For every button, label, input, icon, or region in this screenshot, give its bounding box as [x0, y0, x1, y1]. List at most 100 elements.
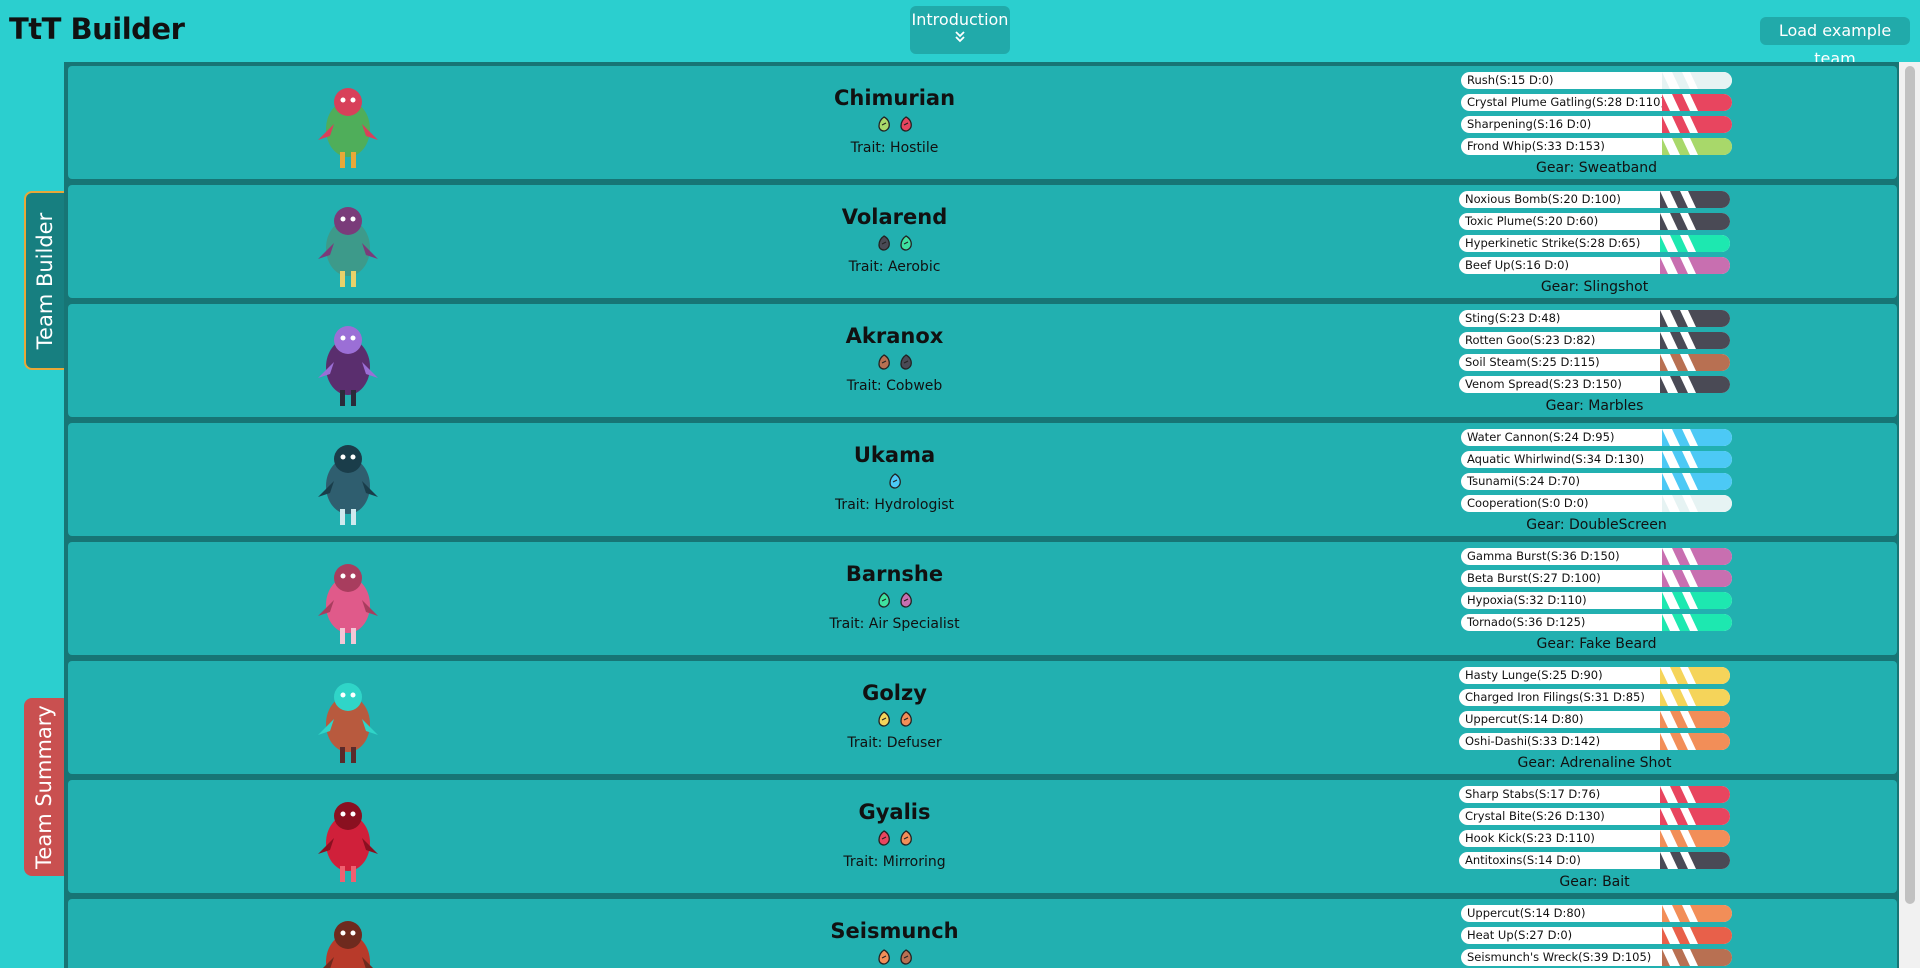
team-board: Chimurian Trait: Hostile Rush(S:15 D:0) Cry…	[64, 62, 1899, 968]
move-label: Water Cannon(S:24 D:95)	[1467, 430, 1615, 444]
move-list: Gamma Burst(S:36 D:150) Beta Burst(S:27 D…	[1461, 548, 1732, 636]
move-slot[interactable]: Tsunami(S:24 D:70)	[1461, 473, 1732, 490]
move-slot[interactable]: Frond Whip(S:33 D:153)	[1461, 138, 1732, 155]
move-slot[interactable]: Sting(S:23 D:48)	[1459, 310, 1730, 327]
move-label: Oshi-Dashi(S:33 D:142)	[1465, 734, 1601, 748]
move-label: Tornado(S:36 D:125)	[1467, 615, 1586, 629]
move-slot[interactable]: Aquatic Whirlwind(S:34 D:130)	[1461, 451, 1732, 468]
move-slot[interactable]: Crystal Bite(S:26 D:130)	[1459, 808, 1730, 825]
move-label: Venom Spread(S:23 D:150)	[1465, 377, 1622, 391]
move-slot[interactable]: Hasty Lunge(S:25 D:90)	[1459, 667, 1730, 684]
move-list: Uppercut(S:14 D:80) Heat Up(S:27 D:0) Seis…	[1461, 905, 1732, 968]
earth-type-icon	[876, 354, 892, 370]
air-type-icon	[898, 235, 914, 251]
melee-type-icon	[898, 711, 914, 727]
move-label: Hook Kick(S:23 D:110)	[1465, 831, 1595, 845]
move-slot[interactable]: Hook Kick(S:23 D:110)	[1459, 830, 1730, 847]
move-slot[interactable]: Hypoxia(S:32 D:110)	[1461, 592, 1732, 609]
move-label: Beef Up(S:16 D:0)	[1465, 258, 1569, 272]
water-type-icon	[887, 473, 903, 489]
move-slot[interactable]: Uppercut(S:14 D:80)	[1459, 711, 1730, 728]
move-label: Hasty Lunge(S:25 D:90)	[1465, 668, 1603, 682]
team-member-row[interactable]: Akranox Trait: Cobweb Sting(S:23 D:48) Rott…	[68, 304, 1897, 417]
move-slot[interactable]: Heat Up(S:27 D:0)	[1461, 927, 1732, 944]
move-slot[interactable]: Gamma Burst(S:36 D:150)	[1461, 548, 1732, 565]
move-list: Sting(S:23 D:48) Rotten Goo(S:23 D:82) Soi…	[1459, 310, 1730, 398]
move-slot[interactable]: Toxic Plume(S:20 D:60)	[1459, 213, 1730, 230]
move-label: Cooperation(S:0 D:0)	[1467, 496, 1589, 510]
move-slot[interactable]: Soil Steam(S:25 D:115)	[1459, 354, 1730, 371]
toxic-type-icon	[876, 235, 892, 251]
introduction-button[interactable]: Introduction	[910, 6, 1010, 54]
move-slot[interactable]: Charged Iron Filings(S:31 D:85)	[1459, 689, 1730, 706]
move-slot[interactable]: Rush(S:15 D:0)	[1461, 72, 1732, 89]
move-slot[interactable]: Antitoxins(S:14 D:0)	[1459, 852, 1730, 869]
scrollbar-thumb[interactable]	[1905, 66, 1915, 904]
move-slot[interactable]: Beef Up(S:16 D:0)	[1459, 257, 1730, 274]
move-slot[interactable]: Sharpening(S:16 D:0)	[1461, 116, 1732, 133]
move-label: Gamma Burst(S:36 D:150)	[1467, 549, 1620, 563]
move-slot[interactable]: Seismunch's Wreck(S:39 D:105)	[1461, 949, 1732, 966]
mind-type-icon	[898, 592, 914, 608]
load-example-team-button[interactable]: Load example team	[1760, 17, 1910, 68]
move-slot[interactable]: Uppercut(S:14 D:80)	[1461, 905, 1732, 922]
monster-gear: Gear: Adrenaline Shot	[1517, 755, 1672, 771]
app-title: TtT Builder	[9, 12, 185, 46]
move-label: Tsunami(S:24 D:70)	[1467, 474, 1580, 488]
move-slot[interactable]: Rotten Goo(S:23 D:82)	[1459, 332, 1730, 349]
move-label: Charged Iron Filings(S:31 D:85)	[1465, 690, 1645, 704]
team-member-row[interactable]: Gyalis Trait: Mirroring Sharp Stabs(S:17 D…	[68, 780, 1897, 893]
move-list: Noxious Bomb(S:20 D:100) Toxic Plume(S:20…	[1459, 191, 1730, 279]
move-label: Frond Whip(S:33 D:153)	[1467, 139, 1605, 153]
move-slot[interactable]: Oshi-Dashi(S:33 D:142)	[1459, 733, 1730, 750]
move-list: Hasty Lunge(S:25 D:90) Charged Iron Filin…	[1459, 667, 1730, 755]
nature-type-icon	[876, 116, 892, 132]
move-slot[interactable]: Tornado(S:36 D:125)	[1461, 614, 1732, 631]
toxic-type-icon	[898, 354, 914, 370]
move-label: Soil Steam(S:25 D:115)	[1465, 355, 1600, 369]
team-member-row[interactable]: Barnshe Trait: Air Specialist Gamma Burst(…	[68, 542, 1897, 655]
move-slot[interactable]: Sharp Stabs(S:17 D:76)	[1459, 786, 1730, 803]
earth-type-icon	[898, 949, 914, 965]
move-label: Sharp Stabs(S:17 D:76)	[1465, 787, 1601, 801]
move-slot[interactable]: Venom Spread(S:23 D:150)	[1459, 376, 1730, 393]
tab-team-summary[interactable]: Team Summary	[24, 698, 64, 876]
move-slot[interactable]: Noxious Bomb(S:20 D:100)	[1459, 191, 1730, 208]
move-label: Sharpening(S:16 D:0)	[1467, 117, 1592, 131]
crystal-type-icon	[898, 116, 914, 132]
air-type-icon	[876, 592, 892, 608]
tab-team-summary-label: Team Summary	[32, 705, 56, 869]
move-slot[interactable]: Crystal Plume Gatling(S:28 D:110)	[1461, 94, 1732, 111]
move-label: Uppercut(S:14 D:80)	[1465, 712, 1584, 726]
move-label: Sting(S:23 D:48)	[1465, 311, 1561, 325]
move-label: Uppercut(S:14 D:80)	[1467, 906, 1586, 920]
move-list: Rush(S:15 D:0) Crystal Plume Gatling(S:28…	[1461, 72, 1732, 160]
move-label: Toxic Plume(S:20 D:60)	[1465, 214, 1599, 228]
move-label: Crystal Plume Gatling(S:28 D:110)	[1467, 95, 1665, 109]
move-slot[interactable]: Cooperation(S:0 D:0)	[1461, 495, 1732, 512]
monster-gear: Gear: Fake Beard	[1536, 636, 1657, 652]
monster-gear: Gear: DoubleScreen	[1526, 517, 1667, 533]
move-label: Heat Up(S:27 D:0)	[1467, 928, 1573, 942]
move-list: Water Cannon(S:24 D:95) Aquatic Whirlwind…	[1461, 429, 1732, 517]
move-slot[interactable]: Beta Burst(S:27 D:100)	[1461, 570, 1732, 587]
move-slot[interactable]: Water Cannon(S:24 D:95)	[1461, 429, 1732, 446]
team-member-row[interactable]: Chimurian Trait: Hostile Rush(S:15 D:0) Cry…	[68, 66, 1897, 179]
move-label: Crystal Bite(S:26 D:130)	[1465, 809, 1605, 823]
monster-gear: Gear: Slingshot	[1540, 279, 1649, 295]
monster-gear: Gear: Marbles	[1545, 398, 1644, 414]
team-member-row[interactable]: Seismunch Uppercut(S:14 D:80) Heat Up(S:27…	[68, 899, 1897, 968]
team-member-row[interactable]: Golzy Trait: Defuser Hasty Lunge(S:25 D:90…	[68, 661, 1897, 774]
team-member-row[interactable]: Ukama Trait: Hydrologist Water Cannon(S:24…	[68, 423, 1897, 536]
crystal-type-icon	[876, 830, 892, 846]
tab-team-builder[interactable]: Team Builder	[24, 191, 64, 370]
move-slot[interactable]: Hyperkinetic Strike(S:28 D:65)	[1459, 235, 1730, 252]
move-label: Beta Burst(S:27 D:100)	[1467, 571, 1601, 585]
tab-team-builder-label: Team Builder	[33, 212, 57, 349]
monster-gear: Gear: Sweatband	[1536, 160, 1657, 176]
team-member-row[interactable]: Volarend Trait: Aerobic Noxious Bomb(S:20 …	[68, 185, 1897, 298]
introduction-label: Introduction	[911, 10, 1009, 29]
move-label: Hypoxia(S:32 D:110)	[1467, 593, 1587, 607]
move-list: Sharp Stabs(S:17 D:76) Crystal Bite(S:26 …	[1459, 786, 1730, 874]
move-label: Rotten Goo(S:23 D:82)	[1465, 333, 1596, 347]
